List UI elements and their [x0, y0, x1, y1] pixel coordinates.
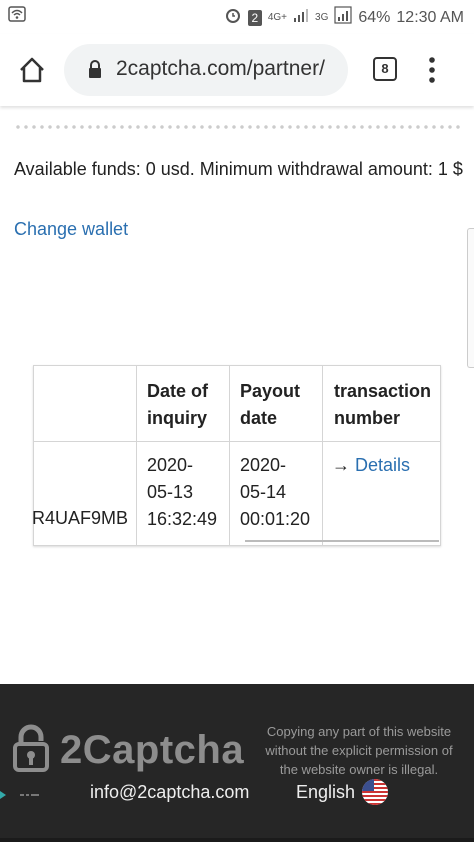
cell-transaction: → Details [332, 452, 410, 479]
us-flag-icon[interactable] [362, 779, 388, 805]
battery-level: 64% [358, 8, 391, 26]
browser-toolbar: 2captcha.com/partner/ 8 [0, 34, 474, 106]
footer-email-link[interactable]: info@2captcha.com [90, 782, 249, 803]
dotted-divider [14, 125, 464, 129]
cell-date-of-inquiry: 2020- 05-13 16:32:49 [147, 455, 218, 529]
scroll-indicator[interactable] [467, 228, 474, 368]
row-id: R4UAF9MB [32, 508, 129, 528]
footer-brand: 2Captcha [60, 728, 245, 772]
sim-badge: 2 [247, 9, 262, 26]
lock-icon [88, 60, 102, 78]
lock-logo-icon [12, 724, 50, 772]
signal-icon [293, 7, 309, 28]
column-divider [136, 366, 137, 545]
details-link[interactable]: Details [355, 455, 410, 475]
tab-switcher-button[interactable]: 8 [373, 57, 397, 81]
alarm-icon [224, 6, 242, 29]
url-text[interactable]: 2captcha.com/partner/ [116, 57, 344, 81]
status-bar: 2 4G+ 3G 64% 12:30 AM [0, 0, 474, 34]
cell-payout-date: 2020- 05-14 00:01:20 [240, 455, 311, 529]
signal-2-icon [334, 6, 352, 29]
wifi-icon [8, 6, 26, 25]
network-label-1: 4G+ [267, 12, 288, 23]
arrow-icon: → [332, 455, 350, 475]
header-transaction-number: transaction number [334, 381, 432, 428]
payouts-table: Date of inquiry Payout date transaction … [32, 365, 441, 546]
header-payout-date: Payout date [240, 381, 301, 428]
home-icon[interactable] [18, 56, 46, 84]
more-menu-icon[interactable] [428, 56, 436, 84]
network-label-2: 3G [315, 12, 329, 23]
clock: 12:30 AM [396, 8, 464, 26]
copyright-notice: Copying any part of this website without… [265, 724, 453, 777]
footer-bottom-bar [0, 838, 474, 842]
payment-icons [0, 788, 56, 800]
column-divider [229, 366, 230, 545]
footer: 2Captcha Copying any part of this websit… [0, 684, 474, 842]
change-wallet-link[interactable]: Change wallet [14, 219, 128, 240]
available-funds-text: Available funds: 0 usd. Minimum withdraw… [14, 159, 463, 179]
table-scrollbar[interactable] [245, 540, 439, 542]
column-divider [322, 366, 323, 545]
header-date-of-inquiry: Date of inquiry [147, 381, 209, 428]
language-selector[interactable]: English [296, 782, 355, 803]
address-bar[interactable]: 2captcha.com/partner/ [64, 44, 348, 96]
